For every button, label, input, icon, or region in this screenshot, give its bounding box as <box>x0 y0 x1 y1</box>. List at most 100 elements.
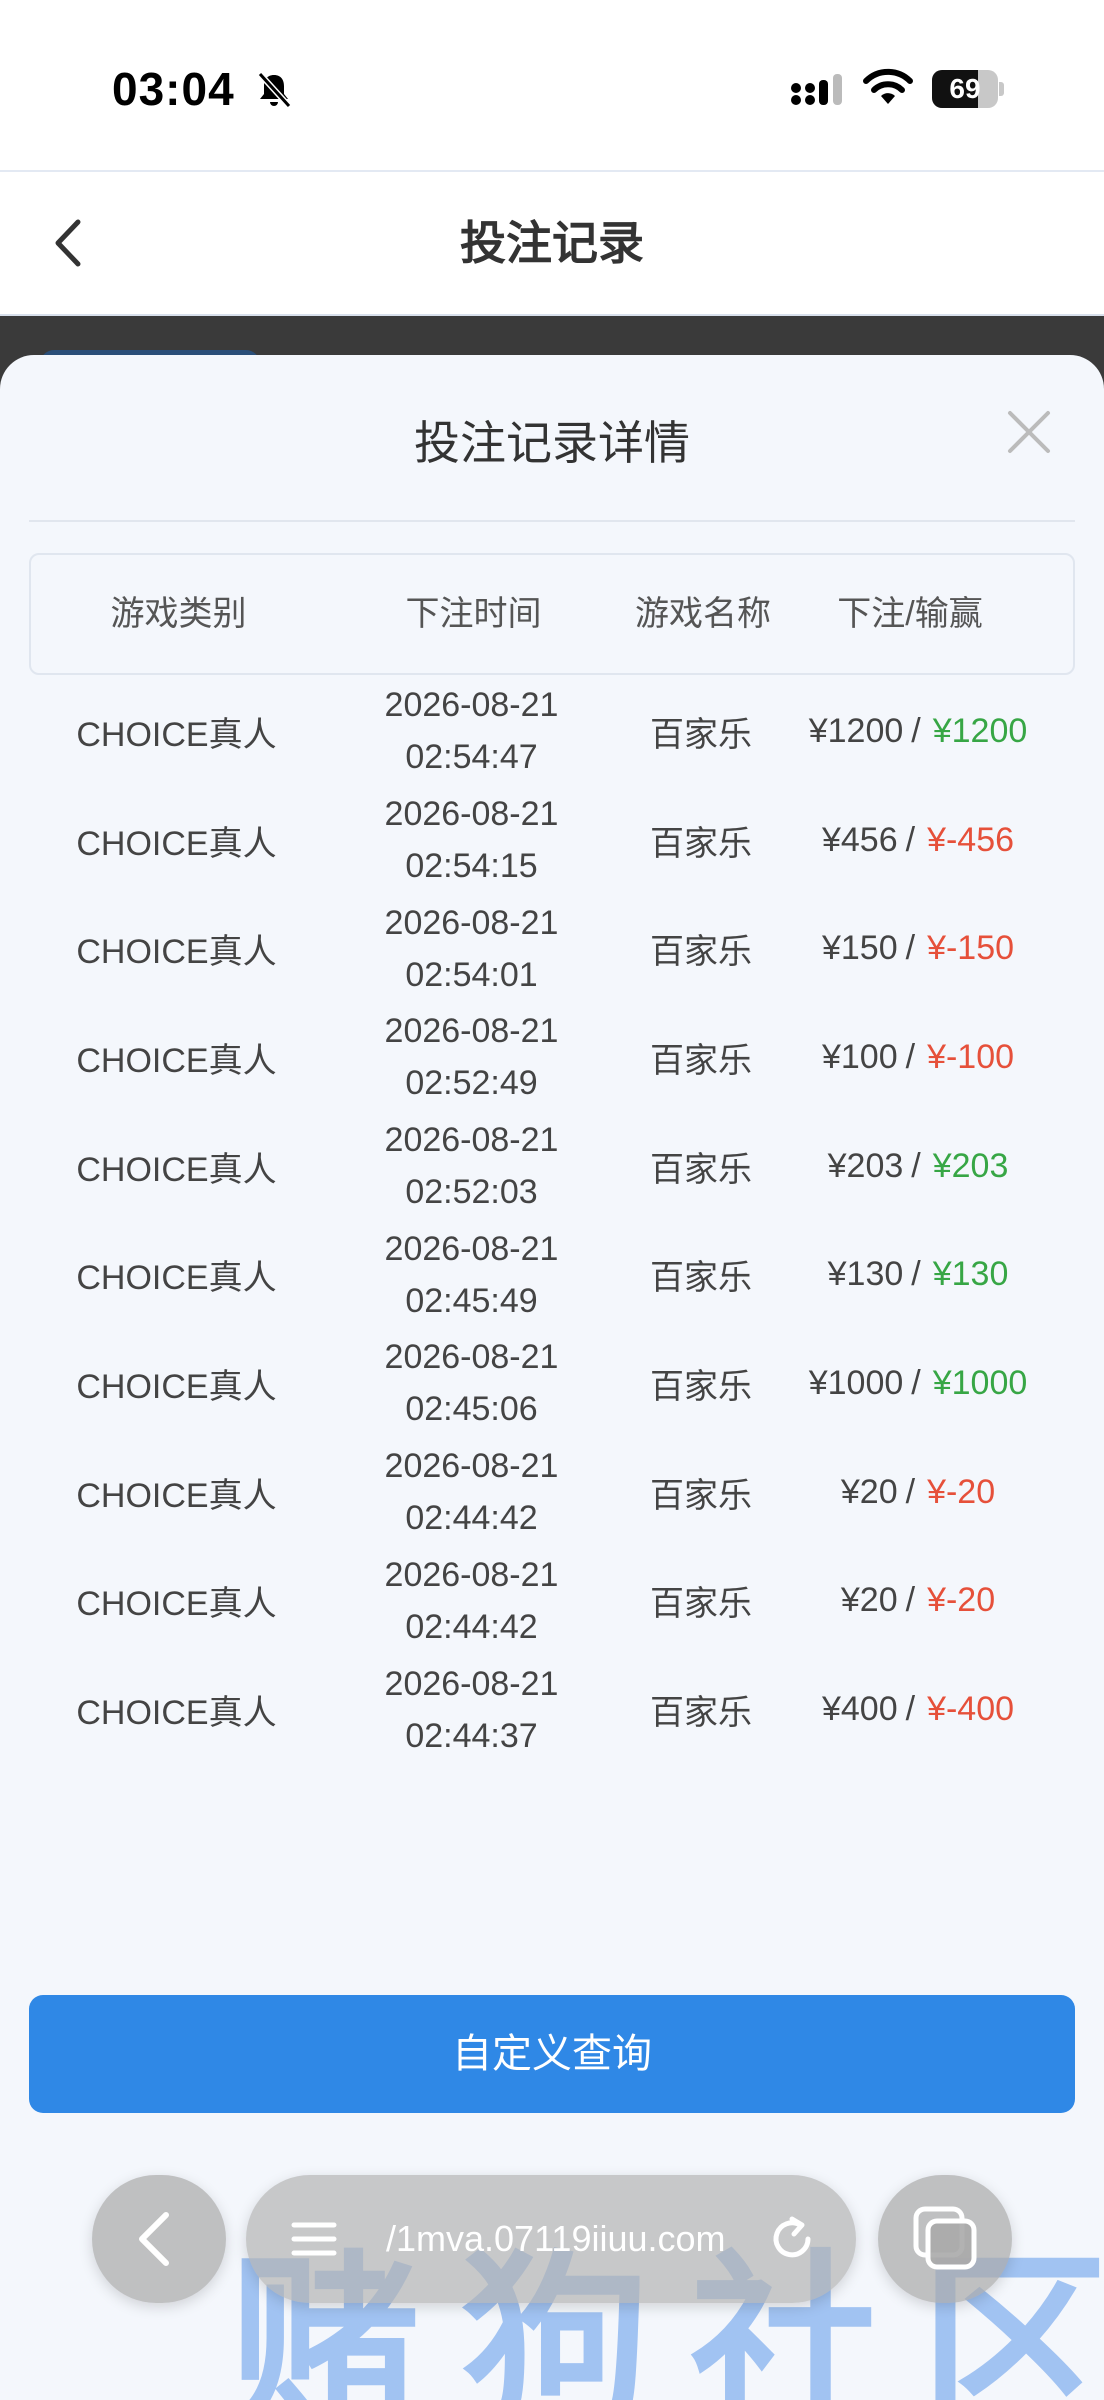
bet-result-cell: ¥203/¥203 <box>783 1112 1053 1221</box>
separator: / <box>905 929 916 968</box>
table-row: CHOICE真人 2026-08-21 02:52:03 百家乐 ¥203/¥203 <box>29 1112 1075 1221</box>
tabs-button[interactable] <box>878 2175 1012 2303</box>
result-amount: ¥-150 <box>927 929 1015 968</box>
bet-clock: 02:54:15 <box>405 847 538 886</box>
separator: / <box>911 1363 921 1402</box>
close-icon[interactable] <box>1002 405 1056 459</box>
modal-title: 投注记录详情 <box>414 417 690 469</box>
bet-date: 2026-08-21 <box>384 686 559 725</box>
bet-result-cell: ¥400/ ¥-400 <box>783 1655 1053 1764</box>
bet-amount: ¥150 <box>821 929 898 968</box>
separator: / <box>905 820 916 859</box>
bet-time-cell: 2026-08-21 02:54:47 <box>324 677 619 786</box>
bet-amount: ¥400 <box>821 1690 898 1729</box>
bet-result-cell: ¥20/ ¥-20 <box>783 1547 1053 1656</box>
bet-time-cell: 2026-08-21 02:44:42 <box>324 1547 619 1656</box>
bet-clock: 02:54:47 <box>405 738 538 777</box>
result-amount: ¥1000 <box>932 1363 1028 1402</box>
result-amount: ¥-100 <box>927 1037 1015 1076</box>
chevron-left-icon <box>139 2212 169 2266</box>
game-name-cell: 百家乐 <box>650 1367 752 1406</box>
column-header-bet-result: 下注/输赢 <box>837 595 983 633</box>
bet-clock: 02:52:49 <box>405 1064 538 1103</box>
result-amount: ¥-20 <box>927 1472 996 1511</box>
reload-icon[interactable] <box>766 2213 818 2265</box>
category-cell: CHOICE真人 <box>76 1150 277 1189</box>
game-name-cell: 百家乐 <box>650 1694 752 1733</box>
bet-time-cell: 2026-08-21 02:54:15 <box>324 786 619 895</box>
game-name-cell: 百家乐 <box>650 1585 752 1624</box>
wifi-icon <box>863 68 913 104</box>
bet-result-cell: ¥20/ ¥-20 <box>783 1438 1053 1547</box>
separator: / <box>911 1146 921 1185</box>
category-cell: CHOICE真人 <box>76 1585 277 1624</box>
bet-time-cell: 2026-08-21 02:54:01 <box>324 894 619 1003</box>
category-cell: CHOICE真人 <box>76 715 277 754</box>
table-row: CHOICE真人 2026-08-21 02:54:01 百家乐 ¥150/ ¥-150 <box>29 894 1075 1003</box>
bet-amount: ¥1200 <box>808 711 904 750</box>
bet-record-list[interactable]: CHOICE真人 2026-08-21 02:54:47 百家乐 ¥1200/¥1200… <box>29 677 1075 1777</box>
bet-clock: 02:45:06 <box>405 1390 538 1429</box>
bet-amount: ¥20 <box>840 1581 898 1620</box>
bet-amount: ¥20 <box>840 1472 898 1511</box>
bet-amount: ¥100 <box>821 1037 898 1076</box>
result-amount: ¥-456 <box>927 820 1015 859</box>
battery-indicator: 69 <box>932 70 1004 108</box>
bet-result-cell: ¥130/¥130 <box>783 1220 1053 1329</box>
custom-query-button[interactable]: 自定义查询 <box>29 1995 1075 2113</box>
bet-time-cell: 2026-08-21 02:45:06 <box>324 1329 619 1438</box>
bet-time-cell: 2026-08-21 02:44:42 <box>324 1438 619 1547</box>
game-name-cell: 百家乐 <box>650 1041 752 1080</box>
bet-time-cell: 2026-08-21 02:44:37 <box>324 1655 619 1764</box>
separator: / <box>905 1581 916 1620</box>
bell-slash-icon <box>257 71 292 109</box>
bet-date: 2026-08-21 <box>384 1555 559 1594</box>
separator: / <box>911 1255 921 1294</box>
column-header-game-name: 游戏名称 <box>635 595 771 633</box>
app-header: 投注记录 <box>0 170 1104 316</box>
clock: 03:04 <box>112 63 235 115</box>
game-name-cell: 百家乐 <box>650 715 752 754</box>
column-header-category: 游戏类别 <box>110 595 247 633</box>
bet-date: 2026-08-21 <box>384 1012 559 1051</box>
category-cell: CHOICE真人 <box>76 1041 277 1080</box>
table-row: CHOICE真人 2026-08-21 02:45:49 百家乐 ¥130/¥130 <box>29 1220 1075 1329</box>
category-cell: CHOICE真人 <box>76 1367 277 1406</box>
game-name-cell: 百家乐 <box>650 1150 752 1189</box>
bet-clock: 02:45:49 <box>405 1281 538 1320</box>
bet-clock: 02:44:42 <box>405 1607 538 1646</box>
result-amount: ¥203 <box>932 1146 1009 1185</box>
separator: / <box>911 711 921 750</box>
table-row: CHOICE真人 2026-08-21 02:54:47 百家乐 ¥1200/¥1200 <box>29 677 1075 786</box>
result-amount: ¥1200 <box>932 711 1028 750</box>
divider <box>29 520 1075 522</box>
table-row: CHOICE真人 2026-08-21 02:44:42 百家乐 ¥20/ ¥-20 <box>29 1438 1075 1547</box>
browser-toolbar: /1mva.07119iiuu.com <box>0 2175 1104 2305</box>
url-text: /1mva.07119iiuu.com <box>386 2218 726 2259</box>
battery-percent: 69 <box>949 73 981 104</box>
separator: / <box>905 1690 916 1729</box>
browser-back-button[interactable] <box>92 2175 226 2303</box>
category-cell: CHOICE真人 <box>76 1476 277 1515</box>
category-cell: CHOICE真人 <box>76 933 277 972</box>
table-row: CHOICE真人 2026-08-21 02:44:42 百家乐 ¥20/ ¥-20 <box>29 1547 1075 1656</box>
bet-result-cell: ¥456/ ¥-456 <box>783 786 1053 895</box>
tabs-icon <box>913 2206 977 2270</box>
bet-amount: ¥203 <box>827 1146 904 1185</box>
bet-amount: ¥1000 <box>808 1363 904 1402</box>
bet-result-cell: ¥1200/¥1200 <box>783 677 1053 786</box>
bet-clock: 02:44:37 <box>405 1716 538 1755</box>
bet-amount: ¥130 <box>827 1255 904 1294</box>
separator: / <box>905 1472 916 1511</box>
bet-result-cell: ¥150/ ¥-150 <box>783 894 1053 1003</box>
category-cell: CHOICE真人 <box>76 1694 277 1733</box>
table-row: CHOICE真人 2026-08-21 02:45:06 百家乐 ¥1000/¥1000 <box>29 1329 1075 1438</box>
column-header-bet-time: 下注时间 <box>405 595 542 633</box>
bet-clock: 02:52:03 <box>405 1173 538 1212</box>
menu-icon[interactable] <box>290 2215 338 2263</box>
table-header: 游戏类别 下注时间 游戏名称 下注/输赢 <box>29 553 1075 675</box>
game-name-cell: 百家乐 <box>650 933 752 972</box>
table-row: CHOICE真人 2026-08-21 02:44:37 百家乐 ¥400/ ¥-400 <box>29 1655 1075 1764</box>
address-bar[interactable]: /1mva.07119iiuu.com <box>246 2175 856 2303</box>
bet-date: 2026-08-21 <box>384 903 559 942</box>
